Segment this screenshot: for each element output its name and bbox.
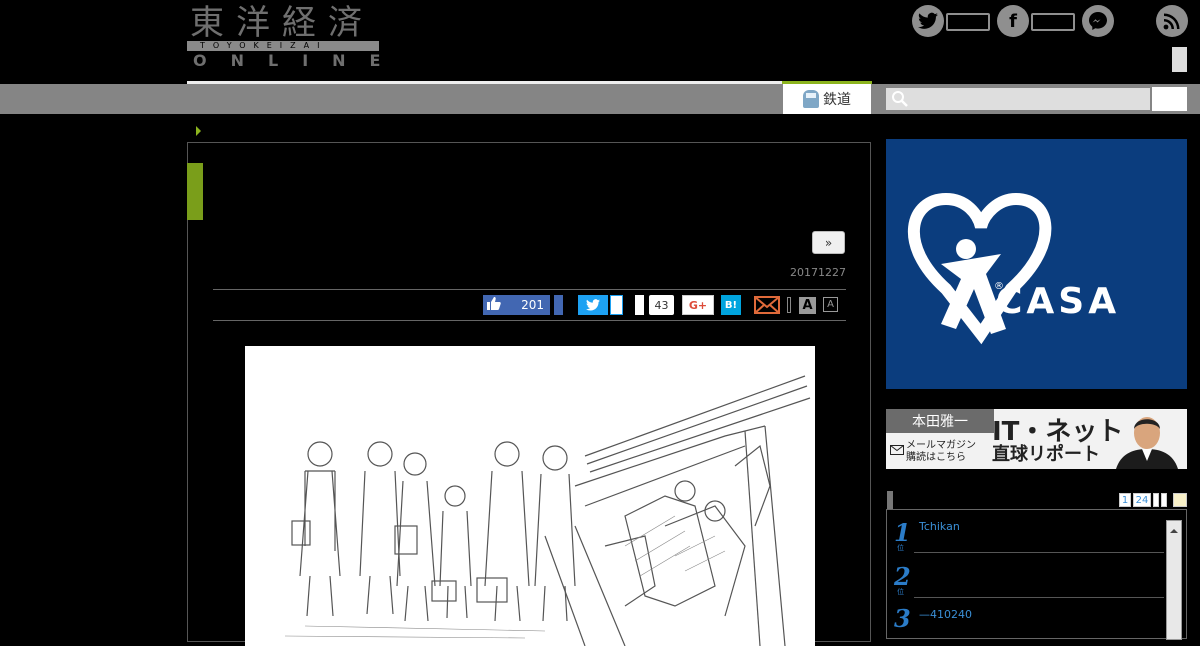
- like-count: 201: [521, 298, 544, 312]
- divider-top: [213, 289, 846, 290]
- banner-mail-line1: メールマガジン: [906, 440, 976, 451]
- rank-item-title[interactable]: —410240: [919, 608, 972, 621]
- tweet-count: [610, 295, 623, 315]
- logo-kanji[interactable]: 東洋経済: [190, 4, 374, 42]
- share-button-blank[interactable]: [635, 295, 644, 315]
- casa-registered-mark: ®: [994, 281, 1004, 292]
- rank-unit: 位: [897, 588, 904, 596]
- ranking-tab-c[interactable]: [1173, 493, 1187, 507]
- casa-ad-banner[interactable]: CASA ®: [886, 139, 1187, 389]
- rank-unit: 位: [897, 544, 904, 552]
- ranking-page-24[interactable]: 24: [1133, 493, 1151, 507]
- article-date: 20171227: [790, 266, 846, 279]
- casa-brand: CASA: [996, 281, 1121, 322]
- search-input[interactable]: [886, 88, 1150, 110]
- tweet-bird-icon: [586, 299, 600, 311]
- facebook-like-count: [1031, 13, 1075, 31]
- banner-mail-cta: メールマガジン 購読はこちら: [890, 440, 976, 464]
- font-size-small-button[interactable]: A: [823, 297, 838, 312]
- divider-bottom: [213, 320, 846, 321]
- scroll-up-icon[interactable]: [1167, 526, 1181, 536]
- rss-icon[interactable]: [1156, 5, 1188, 37]
- rank-divider: [914, 552, 1164, 553]
- hatena-bookmark-button[interactable]: B!: [721, 295, 741, 315]
- rank-divider: [914, 597, 1164, 598]
- banner-subtitle: 直球リポート: [992, 444, 1100, 465]
- ranking-scrollbar[interactable]: [1166, 520, 1182, 640]
- share-count: 43: [649, 295, 674, 315]
- logo-online: ONLINE: [193, 51, 405, 70]
- mail-icon[interactable]: [754, 296, 780, 314]
- commuter-sketch: [284, 375, 811, 646]
- facebook-share-stub[interactable]: [554, 295, 563, 315]
- header-side-tab[interactable]: [1172, 47, 1187, 72]
- twitter-follow-count: [946, 13, 990, 31]
- search-icon: [892, 91, 908, 107]
- facebook-icon[interactable]: f: [997, 5, 1029, 37]
- rank-item-title[interactable]: Tchikan: [919, 520, 960, 533]
- title-accent-bar: [187, 163, 203, 220]
- ranking-header-bar: [887, 491, 893, 509]
- thumbs-up-icon: [487, 297, 501, 314]
- train-icon: [803, 90, 819, 108]
- ranking-tab-a[interactable]: [1153, 493, 1159, 507]
- search-button[interactable]: [1152, 87, 1187, 111]
- logo-subtitle: TOYOKEIZAI: [200, 41, 328, 50]
- tweet-button[interactable]: [578, 295, 608, 315]
- rank-number: 3: [894, 604, 911, 633]
- print-button[interactable]: [787, 297, 791, 313]
- casa-heart-logo-icon: [907, 192, 1052, 345]
- banner-mail-line2: 購読はこちら: [906, 452, 966, 463]
- twitter-icon[interactable]: [912, 5, 944, 37]
- banner-author-name: 本田雅一: [886, 409, 994, 433]
- it-net-mailmag-banner[interactable]: 本田雅一 IT・ネット 直球リポート メールマガジン 購読はこちら: [886, 409, 1187, 469]
- tab-railway[interactable]: 鉄道: [783, 84, 871, 114]
- font-size-large-button[interactable]: A: [799, 297, 816, 314]
- tab-railway-label: 鉄道: [823, 92, 851, 108]
- messenger-icon[interactable]: [1082, 5, 1114, 37]
- ranking-page-1[interactable]: 1: [1119, 493, 1131, 507]
- ranking-tab-b[interactable]: [1161, 493, 1167, 507]
- breadcrumb-arrow-icon: [196, 126, 201, 136]
- next-page-button[interactable]: »: [812, 231, 845, 254]
- article-illustration: [245, 346, 815, 646]
- envelope-icon: [890, 445, 904, 459]
- google-plus-button[interactable]: G+: [682, 295, 714, 315]
- author-portrait-icon: [1116, 417, 1178, 469]
